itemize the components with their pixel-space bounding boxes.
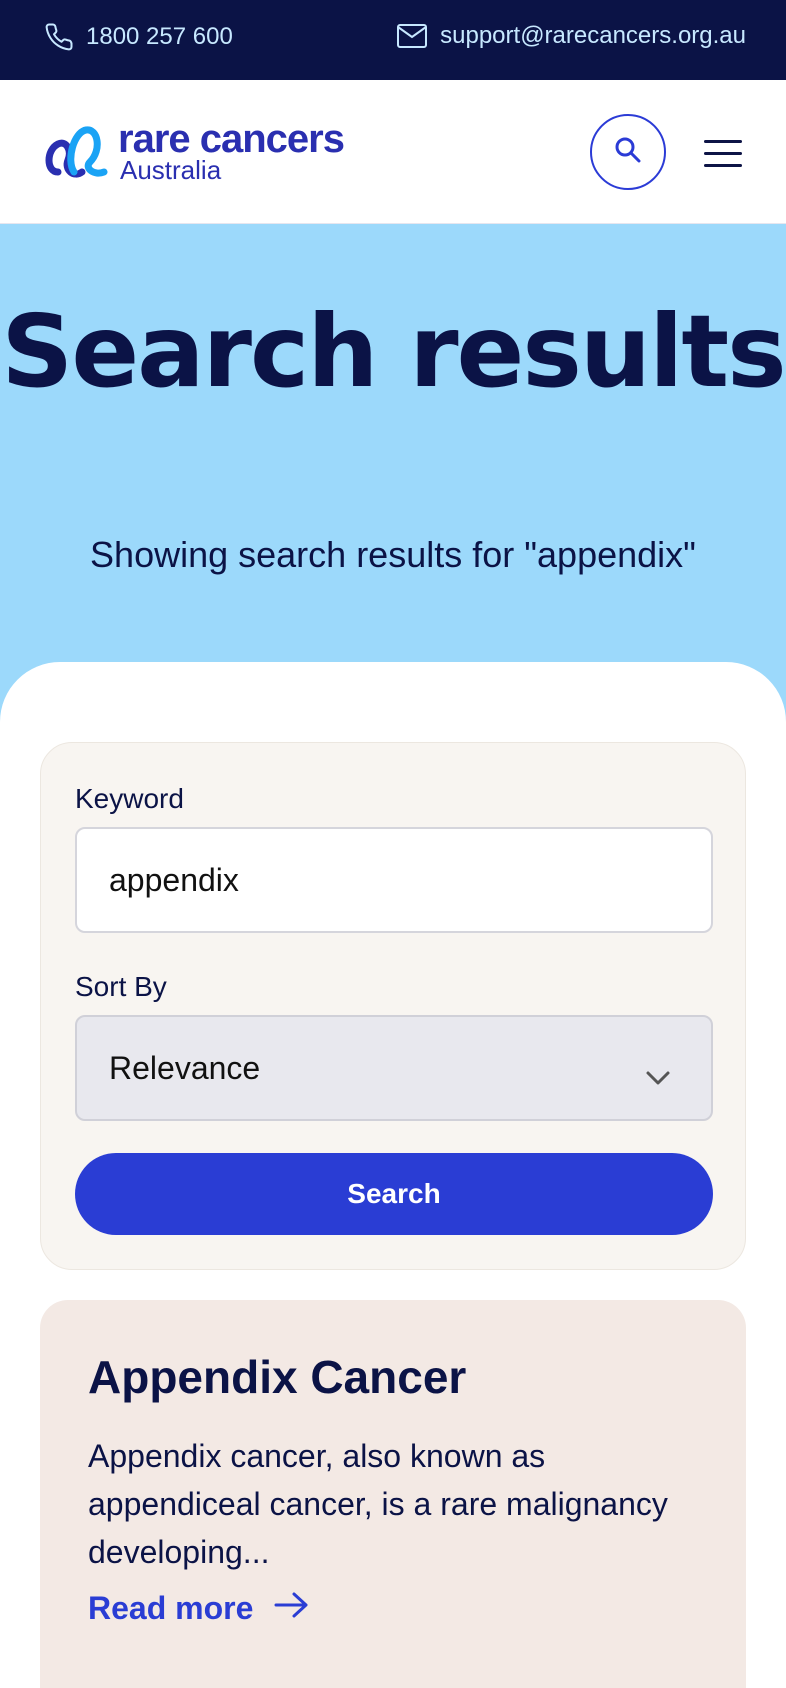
search-icon [613,135,643,170]
menu-icon[interactable] [704,140,742,168]
search-button[interactable] [590,114,666,190]
search-submit-button[interactable]: Search [75,1153,713,1235]
search-form: Keyword appendix Sort By Relevance Searc… [40,742,746,1270]
keyword-input-value: appendix [109,861,239,898]
logo-wordmark: rare cancers [118,117,345,161]
read-more-label: Read more [88,1590,254,1626]
keyword-label: Keyword [75,783,184,814]
sort-select[interactable]: Relevance [75,1015,713,1121]
keyword-input[interactable]: appendix [75,827,713,933]
read-more-link[interactable]: Read more [88,1590,309,1627]
sort-label: Sort By [75,971,167,1002]
result-title[interactable]: Appendix Cancer [88,1350,466,1404]
chevron-down-icon [645,1057,671,1094]
mail-icon [396,23,428,49]
result-excerpt: Appendix cancer, also known as appendice… [88,1438,668,1570]
phone-number: 1800 257 600 [86,23,233,50]
phone-icon [44,22,74,52]
sort-select-value: Relevance [109,1049,261,1086]
site-header: rare cancers Australia [0,80,786,224]
result-card: Appendix Cancer Appendix cancer, also kn… [40,1300,746,1688]
email-link[interactable]: support@rarecancers.org.au [396,22,746,50]
search-summary: Showing search results for "appendix" [90,534,696,575]
site-logo[interactable]: rare cancers Australia [44,117,345,189]
top-contact-bar: 1800 257 600 support@rarecancers.org.au [0,0,786,80]
page-title: Search results [1,293,786,410]
phone-link[interactable]: 1800 257 600 [44,22,233,52]
ribbon-logo-icon [44,120,108,189]
main-content: Keyword appendix Sort By Relevance Searc… [0,662,786,1688]
arrow-right-icon [273,1590,309,1627]
email-address: support@rarecancers.org.au [440,22,746,49]
logo-subtitle: Australia [120,155,222,185]
